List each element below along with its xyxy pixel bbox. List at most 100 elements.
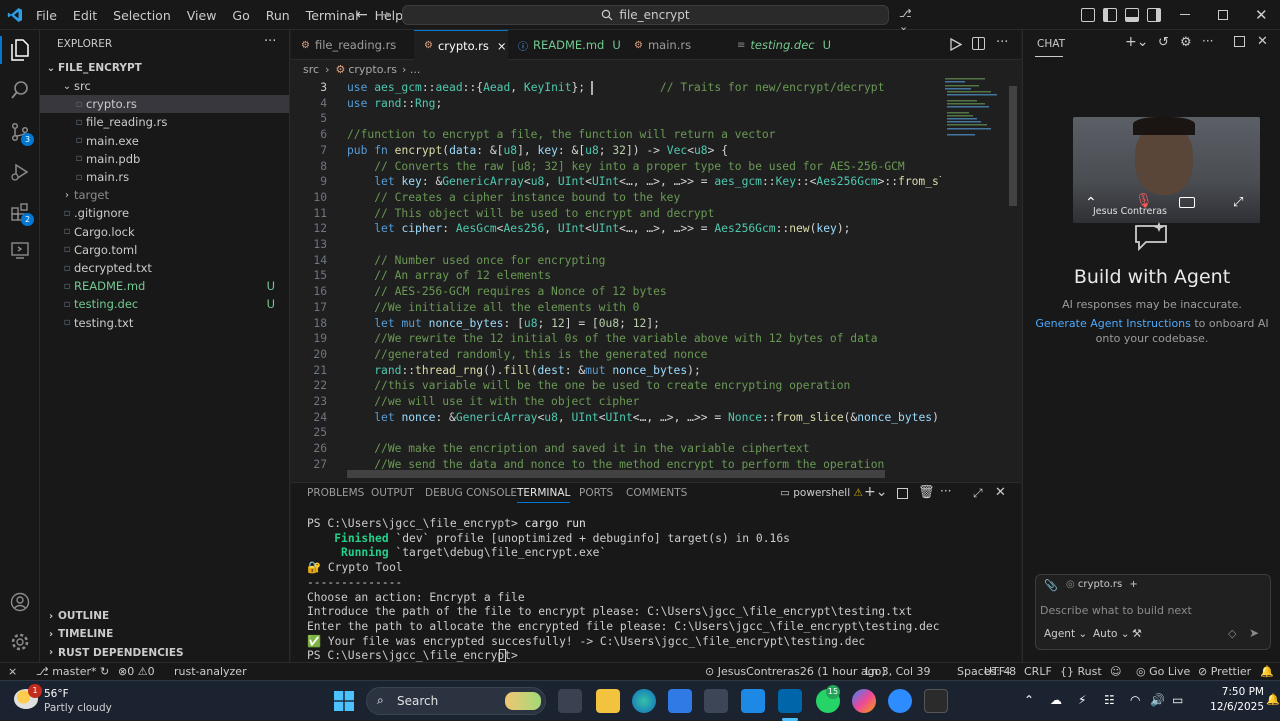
new-terminal-icon[interactable]: +⌄	[864, 484, 887, 500]
maximize-icon[interactable]	[1218, 10, 1228, 20]
code-line[interactable]: 12 let cipher: AesGcm<Aes256, UInt<UInt<…	[291, 221, 941, 237]
chat-input-box[interactable]: 📎 ◎ crypto.rs + Describe what to build n…	[1035, 574, 1271, 650]
kill-terminal-icon[interactable]: 🗑	[918, 485, 935, 500]
model-select[interactable]: Auto ⌄	[1093, 628, 1130, 640]
tab-close-icon[interactable]: ×	[497, 39, 507, 53]
mic-muted-icon[interactable]: 🎙	[1135, 193, 1153, 209]
file-item[interactable]: ▫ testing.txt	[40, 314, 289, 332]
breadcrumb-file[interactable]: crypto.rs	[348, 63, 397, 76]
copilot-icon[interactable]: ⎇ ⌄	[899, 7, 923, 33]
cursor-position[interactable]: Ln 3, Col 39	[865, 665, 931, 678]
problems-indicator[interactable]: ⊗0 ⚠0	[118, 665, 155, 678]
chat-settings-icon[interactable]: ⚙	[1180, 35, 1192, 50]
vertical-scrollbar[interactable]	[1009, 86, 1017, 206]
volume-icon[interactable]: 🔊	[1150, 693, 1165, 707]
account-icon[interactable]	[8, 590, 32, 614]
code-line[interactable]: 20 //generated randomly, this is the gen…	[291, 347, 941, 363]
project-root[interactable]: ⌄ FILE_ENCRYPT	[40, 59, 289, 77]
breadcrumb-src[interactable]: src	[303, 63, 319, 76]
language-mode[interactable]: {} Rust	[1060, 665, 1102, 678]
bluetooth-icon[interactable]: ☷	[1104, 693, 1115, 707]
remote-explorer-icon[interactable]	[8, 238, 32, 262]
code-line[interactable]: 9 let key: &GenericArray<u8, UInt<UInt<……	[291, 174, 941, 190]
minimize-icon[interactable]	[1180, 14, 1190, 15]
code-line[interactable]: 13	[291, 237, 941, 253]
code-line[interactable]: 16 // AES-256-GCM requires a Nonce of 12…	[291, 284, 941, 300]
code-line[interactable]: 3 use aes_gcm::aead::{Aead, KeyInit}; // …	[291, 80, 941, 96]
run-debug-icon[interactable]	[8, 160, 32, 184]
menu-run[interactable]: Run	[258, 8, 298, 23]
onedrive-icon[interactable]: ☁	[1050, 693, 1062, 707]
terminal-shell[interactable]: ▭ powershell ⚠	[780, 487, 863, 499]
clock-time[interactable]: 7:50 PM	[1200, 686, 1264, 698]
file-item[interactable]: ▫ testing.dec U	[40, 295, 289, 313]
code-line[interactable]: 26 //We make the encription and saved it…	[291, 441, 941, 457]
toggle-panel-icon[interactable]	[1125, 8, 1139, 22]
code-line[interactable]: 17 //We initialize all the elements with…	[291, 300, 941, 316]
file-item[interactable]: ▫ decrypted.txt	[40, 259, 289, 277]
edge-icon[interactable]	[632, 689, 656, 713]
app-icon[interactable]	[704, 689, 728, 713]
explorer-icon[interactable]	[8, 38, 32, 62]
line-ending[interactable]: CRLF	[1024, 665, 1052, 678]
task-view-icon[interactable]	[558, 689, 582, 713]
copilot-status-icon[interactable]: ☺	[1110, 665, 1121, 678]
command-center-search[interactable]: file_encrypt	[402, 5, 889, 25]
file-item[interactable]: ▫ Cargo.toml	[40, 241, 289, 259]
visual-studio-icon[interactable]	[741, 689, 765, 713]
panel-tab-debug-console[interactable]: DEBUG CONSOLE	[425, 487, 517, 499]
extensions-icon[interactable]: 2	[8, 200, 34, 226]
code-line[interactable]: 6 //function to encrypt a file, the funct…	[291, 127, 941, 143]
add-context-icon[interactable]: +	[1129, 579, 1137, 590]
toggle-sidebar-icon[interactable]	[1103, 8, 1117, 22]
code-line[interactable]: 23 //we will use it with the object ciph…	[291, 394, 941, 410]
file-explorer-icon[interactable]	[596, 689, 620, 713]
toggle-secondary-sidebar-icon[interactable]	[1147, 8, 1161, 22]
code-line[interactable]: 11 // This object will be used to encryp…	[291, 206, 941, 222]
remote-icon[interactable]: ⨯	[8, 665, 17, 678]
history-icon[interactable]: ↺	[1158, 35, 1169, 50]
search-icon[interactable]	[8, 78, 32, 102]
battery-icon[interactable]: ▭	[1172, 693, 1183, 707]
taskbar-search[interactable]: ⌕ Search	[366, 687, 546, 715]
settings-gear-icon[interactable]	[8, 630, 32, 654]
code-line[interactable]: 18 let mut nonce_bytes: [u8; 12] = [0u8;…	[291, 316, 941, 332]
notifications-icon[interactable]: 🔔	[1260, 665, 1274, 678]
code-line[interactable]: 5	[291, 111, 941, 127]
agent-mode-select[interactable]: Agent ⌄	[1044, 628, 1087, 640]
run-icon[interactable]	[950, 38, 962, 51]
camera-icon[interactable]	[1179, 197, 1195, 208]
git-blame[interactable]: ⊙ JesusContreras26 (1 hour ago)	[705, 665, 886, 678]
file-item[interactable]: ▫ main.exe	[40, 132, 289, 150]
video-call-overlay[interactable]: ⌃ Jesus Contreras 🎙 ⤢	[1073, 117, 1260, 223]
code-line[interactable]: 4 use rand::Rng;	[291, 96, 941, 112]
file-item[interactable]: ▫ .gitignore	[40, 204, 289, 222]
section-outline[interactable]: › OUTLINE	[40, 607, 289, 625]
video-expand-icon[interactable]: ⤢	[1233, 195, 1243, 210]
clock-date[interactable]: 12/6/2025	[1196, 701, 1264, 713]
split-editor-icon[interactable]	[972, 37, 985, 50]
menu-selection[interactable]: Selection	[105, 8, 179, 23]
send-icon[interactable]: ➤	[1249, 626, 1259, 640]
chat-maximize-icon[interactable]	[1234, 36, 1245, 47]
panel-tab-terminal[interactable]: TERMINAL	[517, 487, 571, 503]
code-line[interactable]: 10 // Creates a cipher instance bound to…	[291, 190, 941, 206]
weather-widget[interactable]: 1 56°F Partly cloudy	[14, 684, 124, 716]
prettier[interactable]: ⊘ Prettier	[1198, 665, 1251, 678]
file-item[interactable]: ▫ file_reading.rs	[40, 113, 289, 131]
file-item[interactable]: ▫ main.pdb	[40, 150, 289, 168]
code-line[interactable]: 22 //this variable will be the one be us…	[291, 378, 941, 394]
chat-more-icon[interactable]: ···	[1202, 34, 1213, 48]
breadcrumb-symbol[interactable]: › ...	[402, 63, 420, 76]
file-item[interactable]: ▫ README.md U	[40, 277, 289, 295]
go-live[interactable]: ◎ Go Live	[1136, 665, 1190, 678]
close-icon[interactable]: ✕	[1255, 6, 1268, 24]
new-chat-icon[interactable]: +⌄	[1125, 34, 1148, 50]
code-line[interactable]: 7 pub fn encrypt(data: &[u8], key: &[u8; …	[291, 143, 941, 159]
split-terminal-icon[interactable]	[897, 488, 908, 499]
minimap[interactable]	[941, 76, 1007, 476]
file-item[interactable]: ▫ Cargo.lock	[40, 223, 289, 241]
code-line[interactable]: 19 //We rewrite the 12 initial 0s of the…	[291, 331, 941, 347]
code-line[interactable]: 24 let nonce: &GenericArray<u8, UInt<UIn…	[291, 410, 941, 426]
copilot-app-icon[interactable]	[852, 689, 876, 713]
